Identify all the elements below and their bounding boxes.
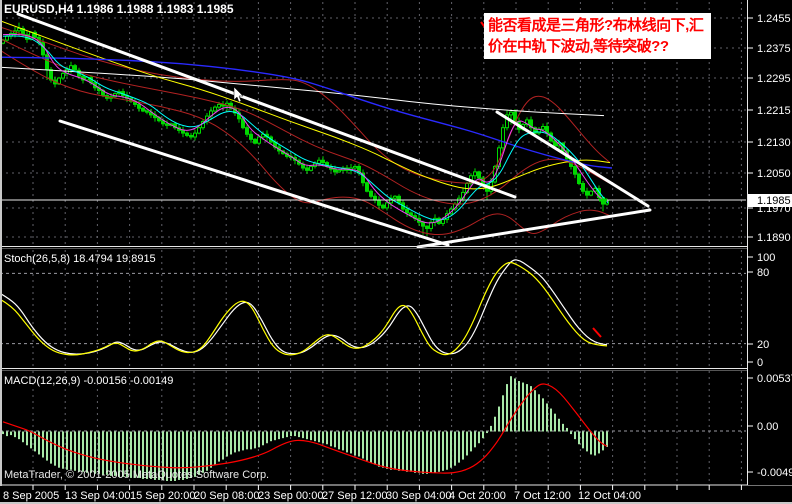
- candle-body: [213, 106, 217, 112]
- price-axis-label: 1.2375: [757, 43, 791, 55]
- candle-body: [589, 190, 593, 196]
- time-axis-label: 30 Sep 04:00: [386, 490, 451, 502]
- annotation-line-1: 能否看成是三角形?布林线向下,汇: [488, 17, 704, 34]
- candle-body: [337, 169, 341, 173]
- metatrader-chart-window: 1.2455 1.2375 1.2295 1.2215 1.2130 1.2050 1.19…: [0, 0, 792, 504]
- candle-body: [5, 35, 9, 41]
- stoch-axis-label: 20: [757, 339, 769, 351]
- candle-body: [377, 199, 381, 206]
- time-axis-label: 15 Sep 20:00: [130, 490, 195, 502]
- candle-body: [253, 138, 257, 144]
- price-axis-label: 1.2455: [757, 13, 791, 25]
- stoch-axis-label: 0: [757, 357, 763, 369]
- candle-body: [381, 204, 385, 209]
- price-axis-label: 1.2050: [757, 168, 791, 180]
- candle-body: [541, 126, 545, 130]
- stoch-axis-label: 80: [757, 267, 769, 279]
- candle-body: [509, 111, 513, 116]
- candle-body: [137, 103, 141, 109]
- time-axis-label: 4 Oct 20:00: [449, 490, 506, 502]
- candle-body: [317, 159, 321, 164]
- candle-body: [257, 136, 261, 144]
- candle-body: [145, 110, 149, 113]
- candle-body: [17, 27, 21, 32]
- candle-body: [421, 221, 425, 227]
- candle-body: [573, 165, 577, 175]
- candle-body: [193, 132, 197, 138]
- time-axis-label: 23 Sep 00:00: [258, 490, 323, 502]
- candle-body: [305, 167, 309, 171]
- macd-axis-label: -0.0049: [757, 467, 792, 479]
- candle-body: [245, 127, 249, 135]
- candle-body: [197, 127, 201, 134]
- candle-body: [321, 159, 325, 164]
- chart-svg: 1.2455 1.2375 1.2295 1.2215 1.2130 1.2050 1.19…: [0, 0, 792, 504]
- candle-body: [141, 107, 145, 112]
- candle-body: [165, 123, 169, 126]
- price-axis-label: 1.1890: [757, 232, 791, 244]
- candle-body: [353, 165, 357, 169]
- candle-body: [405, 208, 409, 214]
- macd-axis-label: 0.00: [757, 421, 778, 433]
- candle-body: [473, 171, 477, 177]
- candle-body: [585, 190, 589, 196]
- candle-body: [181, 129, 185, 134]
- price-axis-label: 1.2130: [757, 137, 791, 149]
- time-axis-label: 8 Sep 2005: [3, 490, 59, 502]
- time-axis-label: 27 Sep 12:00: [322, 490, 387, 502]
- candle-body: [249, 133, 253, 140]
- candle-body: [45, 54, 49, 71]
- candle-body: [581, 183, 585, 192]
- candle-body: [501, 127, 505, 149]
- annotation-text-box[interactable]: 能否看成是三角形?布林线向下,汇 价在中轨下波动,等待突破??: [484, 13, 711, 59]
- candle-body: [185, 132, 189, 136]
- candle-body: [369, 190, 373, 197]
- candle-body: [333, 168, 337, 173]
- candle-body: [393, 195, 397, 199]
- candle-body: [61, 72, 65, 79]
- candle-body: [441, 219, 445, 224]
- annotation-line-2: 价在中轨下波动,等待突破??: [488, 38, 669, 55]
- candle-body: [217, 103, 221, 108]
- candle-body: [425, 225, 429, 229]
- candle-body: [73, 65, 77, 71]
- candle-body: [385, 202, 389, 209]
- time-axis-label: 13 Sep 04:00: [65, 490, 130, 502]
- candle-body: [577, 173, 581, 185]
- price-axis-label: 1.2295: [757, 73, 791, 85]
- macd-panel-surface[interactable]: [0, 371, 747, 483]
- time-axis-label: 12 Oct 04:00: [578, 490, 641, 502]
- candle-body: [49, 69, 53, 81]
- candle-body: [477, 171, 481, 179]
- candle-body: [365, 182, 369, 192]
- candle-body: [189, 134, 193, 138]
- stoch-axis-label: 100: [757, 252, 775, 264]
- time-axis-label: 7 Oct 12:00: [514, 490, 571, 502]
- macd-axis-label: 0.00537: [757, 373, 792, 385]
- candle-body: [309, 165, 313, 171]
- current-price-label: 1.1985: [757, 195, 791, 207]
- time-axis-label: 20 Sep 08:00: [194, 490, 259, 502]
- price-axis-label: 1.2215: [757, 105, 791, 117]
- window-frame-left: [0, 0, 2, 504]
- stoch-panel-surface[interactable]: [0, 250, 747, 367]
